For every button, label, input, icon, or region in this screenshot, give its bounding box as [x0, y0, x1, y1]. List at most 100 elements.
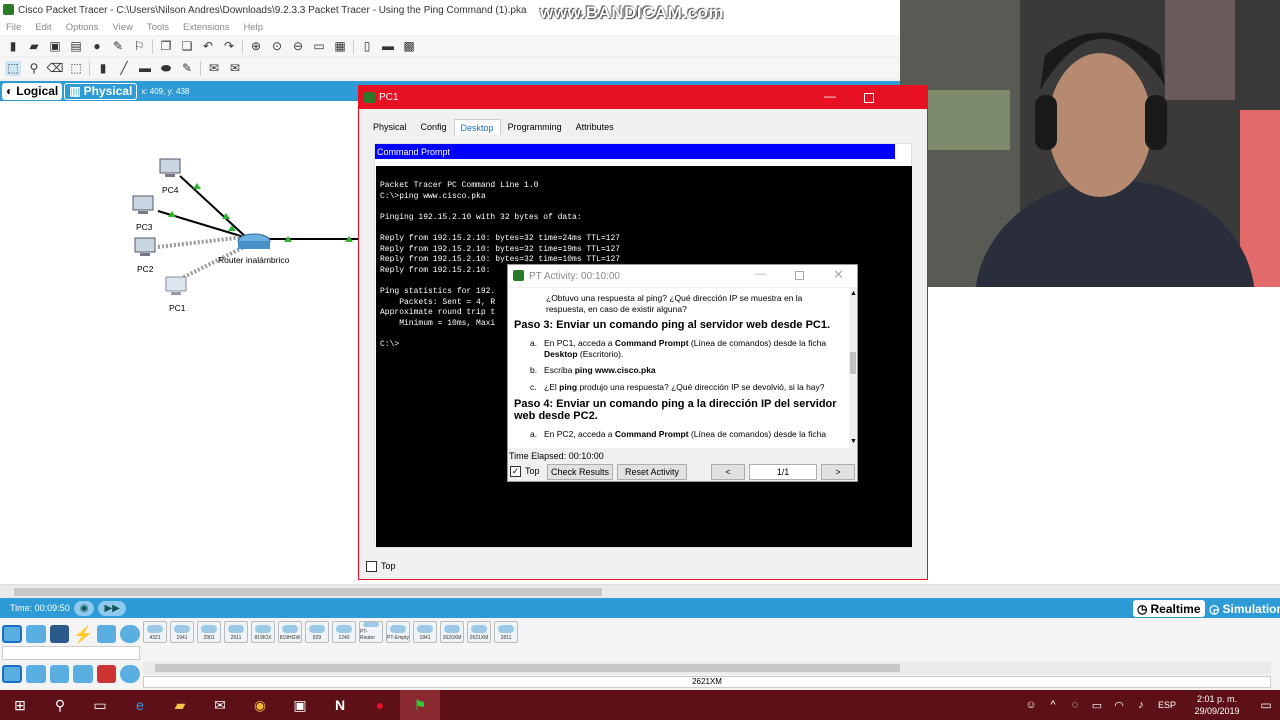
hubs-icon[interactable] [49, 665, 70, 683]
model-pt-router[interactable]: PT-Router [359, 621, 383, 643]
wan-emulation-icon[interactable] [120, 665, 140, 683]
windows-start-icon[interactable]: ⊞ [0, 690, 40, 720]
reset-activity-button[interactable]: Reset Activity [617, 464, 687, 480]
wizard-icon[interactable]: ✎ [110, 39, 126, 54]
people-icon[interactable]: ☺ [1020, 690, 1042, 720]
n-app-icon[interactable]: N [320, 690, 360, 720]
select-icon[interactable]: ⬚ [5, 60, 21, 76]
activity-title-bar[interactable]: PT Activity: 00:10:00 — ✕ [508, 265, 857, 287]
zoom-reset-icon[interactable]: ⊙ [269, 39, 285, 54]
model-pt-empty[interactable]: PT-Empty [386, 621, 410, 643]
network-info-icon[interactable]: ⚐ [131, 39, 147, 54]
info-icon[interactable]: ● [89, 39, 105, 54]
model-1841[interactable]: 1841 [413, 621, 437, 643]
activity-vscrollbar[interactable]: ▲ ▼ [849, 288, 857, 448]
pc1-top-checkbox[interactable] [366, 561, 377, 572]
rectangle-icon[interactable]: ▬ [137, 61, 153, 76]
bandicam-icon[interactable]: ● [360, 690, 400, 720]
zoom-out-icon[interactable]: ⊖ [290, 39, 306, 54]
print-icon[interactable]: ▤ [68, 39, 84, 54]
realtime-mode-button[interactable]: ◷ Realtime [1133, 600, 1205, 617]
physical-view-button[interactable]: ▥ Physical [64, 82, 138, 100]
fast-forward-button[interactable]: ▶▶ [98, 600, 126, 616]
model-829[interactable]: 829 [305, 621, 329, 643]
draw-line-icon[interactable]: ╱ [116, 61, 132, 76]
pc1-title-bar[interactable]: PC1 — [359, 86, 927, 109]
hscroll-thumb[interactable] [14, 588, 602, 596]
workspace-hscrollbar[interactable] [0, 584, 1280, 598]
new-file-icon[interactable]: ▮ [5, 39, 21, 54]
menu-tools[interactable]: Tools [147, 22, 169, 33]
connections-icon[interactable]: ⚡ [73, 625, 93, 644]
place-note-icon[interactable]: ▮ [95, 61, 111, 76]
volume-icon[interactable]: ♪ [1130, 690, 1152, 720]
chevron-up-icon[interactable]: ^ [1042, 690, 1064, 720]
minimize-icon[interactable]: — [755, 268, 766, 280]
simple-pdu-icon[interactable]: ✉ [206, 61, 222, 76]
image-icon[interactable]: ▩ [401, 39, 417, 54]
drawing-palette-icon[interactable]: ▭ [311, 39, 327, 54]
action-center-icon[interactable]: ▭ [1252, 690, 1280, 720]
custom-devices-icon[interactable]: ▦ [332, 39, 348, 54]
menu-file[interactable]: File [6, 22, 21, 33]
store-icon[interactable]: ▣ [280, 690, 320, 720]
model-1240[interactable]: 1240 [332, 621, 356, 643]
switches-icon[interactable] [26, 665, 46, 683]
prev-page-button[interactable]: < [711, 464, 745, 480]
misc-icon[interactable] [96, 625, 117, 643]
minimize-icon[interactable]: — [824, 89, 836, 103]
menu-options[interactable]: Options [66, 22, 99, 33]
close-icon[interactable]: ✕ [833, 267, 844, 283]
freeform-icon[interactable]: ✎ [179, 61, 195, 76]
scroll-up-icon[interactable]: ▲ [850, 290, 857, 297]
copy-icon[interactable]: ❐ [158, 39, 174, 54]
clock[interactable]: 2:01 p. m. 29/09/2019 [1182, 693, 1252, 717]
language-indicator[interactable]: ESP [1152, 700, 1182, 710]
mail-icon[interactable]: ✉ [200, 690, 240, 720]
notes-icon[interactable]: ▯ [359, 39, 375, 54]
complex-pdu-icon[interactable]: ✉ [227, 61, 243, 76]
model-scroll-thumb[interactable] [155, 664, 900, 672]
maximize-icon[interactable] [795, 271, 804, 280]
ellipse-icon[interactable]: ⬬ [158, 61, 174, 76]
logical-view-button[interactable]: ◐ Logical [2, 82, 63, 100]
menu-view[interactable]: View [112, 22, 132, 33]
open-folder-icon[interactable]: ▰ [26, 39, 42, 54]
save-icon[interactable]: ▣ [47, 39, 63, 54]
components-icon[interactable] [49, 625, 70, 643]
activity-top-checkbox[interactable]: ✓ [510, 466, 521, 477]
model-819iox[interactable]: 819IOX [251, 621, 275, 643]
model-2911[interactable]: 2911 [224, 621, 248, 643]
menu-help[interactable]: Help [244, 22, 264, 33]
tab-physical[interactable]: Physical [366, 119, 414, 135]
tab-programming[interactable]: Programming [501, 119, 569, 135]
undo-icon[interactable]: ↶ [200, 39, 216, 54]
end-devices-icon[interactable] [25, 625, 46, 643]
model-4321[interactable]: 4321 [143, 621, 167, 643]
device-template-icon[interactable]: ▬ [380, 39, 396, 54]
file-explorer-icon[interactable]: ▰ [160, 690, 200, 720]
model-2901[interactable]: 2901 [197, 621, 221, 643]
next-page-button[interactable]: > [821, 464, 855, 480]
routers-icon[interactable] [2, 665, 23, 683]
simulation-mode-button[interactable]: ◶ Simulation [1209, 600, 1280, 617]
paste-icon[interactable]: ❏ [179, 39, 195, 54]
edge-icon[interactable]: e [120, 690, 160, 720]
battery-icon[interactable]: ▭ [1086, 690, 1108, 720]
menu-extensions[interactable]: Extensions [183, 22, 229, 33]
activity-scroll-thumb[interactable] [850, 352, 856, 374]
tab-attributes[interactable]: Attributes [569, 119, 621, 135]
inspect-icon[interactable]: ⚲ [26, 61, 42, 76]
delete-icon[interactable]: ⌫ [47, 61, 64, 76]
redo-icon[interactable]: ↷ [221, 39, 237, 54]
network-devices-icon[interactable] [2, 625, 22, 643]
scroll-down-icon[interactable]: ▼ [850, 438, 857, 445]
wireless-devices-icon[interactable] [73, 665, 93, 683]
power-cycle-button[interactable]: ◉ [73, 600, 95, 616]
network-status-icon[interactable]: ◌ [1064, 690, 1086, 720]
activity-instructions[interactable]: ¿Obtuvo una respuesta al ping? ¿Qué dire… [508, 288, 849, 448]
wifi-icon[interactable]: ◠ [1108, 690, 1130, 720]
model-819hgw[interactable]: 819HGW [278, 621, 302, 643]
model-list-scrollbar[interactable] [143, 662, 1271, 674]
model-2620xm[interactable]: 2620XM [440, 621, 464, 643]
